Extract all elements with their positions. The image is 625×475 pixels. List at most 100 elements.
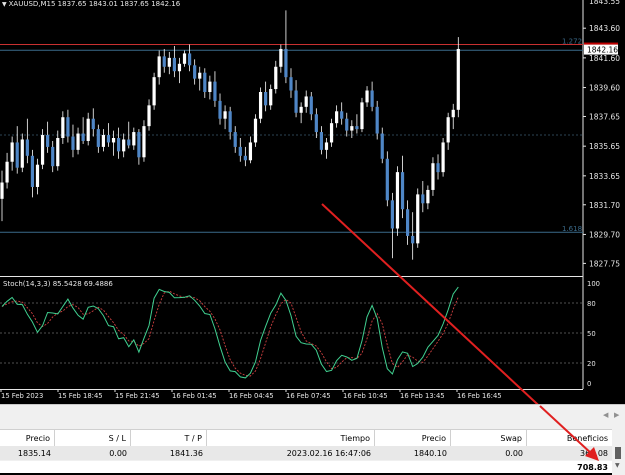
candle-body [340,111,344,119]
fib-label-1272: 1.272 [562,38,582,46]
tab-scroll-left-icon[interactable]: ◀ [603,411,608,419]
stoch-axis-label: 100 [587,280,600,288]
candle-body [76,133,80,150]
candle-body [35,164,40,187]
price-axis-label: 1843.55 [589,0,620,6]
candle-body [81,133,85,141]
tab-scroll-right-icon[interactable]: ▶ [614,411,619,419]
candle-body [177,63,182,72]
stoch-axis-label: 0 [587,380,591,388]
candle-body [395,172,400,229]
candle-body [228,111,232,133]
candle-body [441,142,445,173]
col-header-swap[interactable]: Swap [451,430,527,446]
candle-body [360,102,364,130]
candle-body [91,118,95,130]
candle-body [253,118,258,143]
candle-body [132,132,136,146]
candle-body [400,172,405,210]
col-header-price[interactable]: Precio [0,430,55,446]
stoch-axis-label: 80 [587,300,596,308]
candle-body [223,111,227,119]
annotation-arrow-line [321,203,539,404]
candle-body [101,135,105,147]
candle-body [167,57,171,67]
candle-body [106,135,111,143]
symbol-info: XAUUSD,M15 1837.65 1843.01 1837.65 1842.… [8,0,181,8]
candle-body [71,136,75,150]
scrollbar-thumb[interactable] [615,447,621,459]
candle-body [56,138,60,167]
col-header-close-price[interactable]: Precio [375,430,451,446]
price-axis-label: 1829.70 [589,230,620,239]
candle-body [406,209,410,236]
candle-body [451,109,455,118]
candle-body [198,72,202,79]
candle-body [238,146,242,156]
candle-body [0,182,4,199]
candle-body [243,155,247,161]
price-chart[interactable]: 1.272 1.618 1843.55 1843.60 1841.60 1839.60 18… [0,0,625,404]
candle-body [289,77,293,91]
price-axis-label: 1839.60 [589,84,620,93]
table-row[interactable]: 1835.14 0.00 1841.36 2023.02.16 16:47:06… [0,446,612,460]
candle-body [157,56,161,78]
price-axis-label: 1835.65 [589,142,620,151]
cell-tp: 1841.36 [169,448,203,458]
candle-body [111,138,116,143]
dropdown-arrow-icon[interactable]: ▼ [2,0,7,9]
candle-body [390,200,394,229]
ask-price-strip [584,42,618,45]
col-header-time[interactable]: Tiempo [207,430,375,446]
time-axis-label: 16 Feb 16:45 [457,392,502,400]
candle-body [269,89,273,106]
col-header-sl[interactable]: S / L [55,430,131,446]
candle-body [46,135,50,147]
stochastic-header: Stoch(14,3,3) 85.5428 69.4886 [3,280,113,288]
candle-body [380,133,384,159]
col-header-tp[interactable]: T / P [131,430,207,446]
candle-body [152,77,156,106]
col-header-profit[interactable]: Beneficios [527,430,612,446]
candle-body [375,106,379,134]
candle-body [218,100,222,119]
cell-price: 1835.14 [17,448,51,458]
terminal-tab-strip: ◀ ▶ [0,405,625,425]
total-row: 708.83 [0,461,612,473]
candle-body [436,163,440,173]
candle-body [127,139,131,146]
symbol-header: ▼ XAUUSD,M15 1837.65 1843.01 1837.65 1842… [2,0,180,10]
candle-body [385,158,389,201]
candle-body [142,126,146,158]
candle-body [370,90,374,107]
candle-body [284,48,288,78]
cell-swap: 0.00 [505,448,523,458]
stoch-axis-label: 20 [587,360,596,368]
price-axis-label: 1841.60 [589,54,620,63]
candle-body [117,138,121,152]
candle-body [172,57,176,72]
candle-body [30,155,35,187]
candle-body [162,56,166,67]
chart-canvas[interactable]: 1.272 1.618 1843.55 1843.60 1841.60 1839.60 18… [0,0,625,404]
candle-body [233,132,237,147]
terminal-panel: ◀ ▶ Precio S / L T / P Tiempo Precio Swa… [0,404,625,475]
candle-body [51,146,55,167]
terminal-scrollbar[interactable]: ▼ [612,429,625,475]
candle-body [15,142,19,168]
candle-body [365,90,369,103]
fib-label-1618: 1.618 [562,225,582,233]
scroll-down-icon[interactable]: ▼ [615,462,620,469]
price-axis-label: 1831.70 [589,201,620,210]
candle-body [40,135,45,165]
candle-body [258,92,263,119]
candle-body [446,117,450,143]
candle-body [421,194,425,204]
time-axis-label: 16 Feb 07:45 [286,392,331,400]
candle-body [279,48,283,67]
time-axis-label: 15 Feb 21:45 [115,392,160,400]
candle-body [10,142,14,162]
current-price-label: 1842.16 [587,46,618,55]
candle-body [208,81,212,92]
time-axis-label: 16 Feb 04:45 [229,392,274,400]
